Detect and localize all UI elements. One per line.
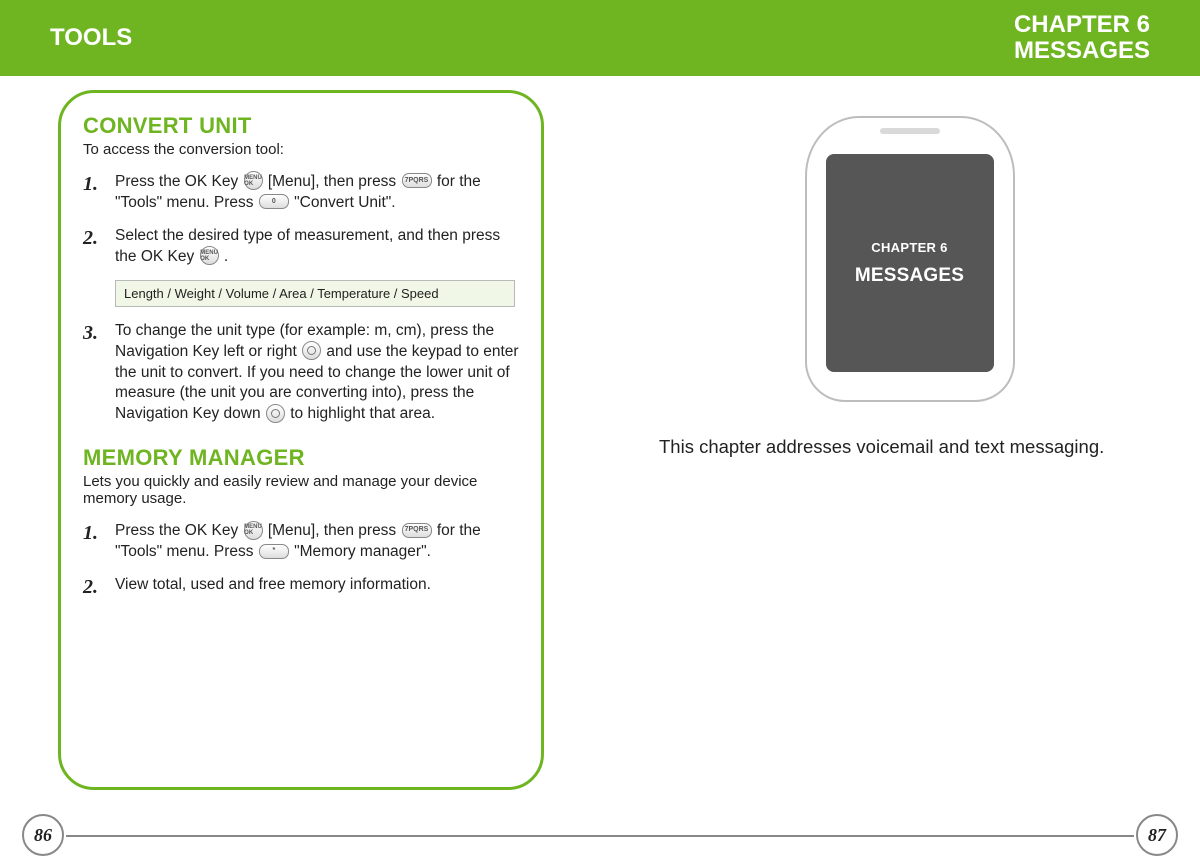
page-number-left: 86 <box>22 814 64 856</box>
text-fragment: Select the desired type of measurement, … <box>115 227 500 265</box>
ok-key-icon: MENU OK <box>244 521 263 540</box>
ok-key-icon: MENU OK <box>200 246 219 265</box>
step-text: Select the desired type of measurement, … <box>115 226 519 268</box>
screen-chapter-title: MESSAGES <box>855 265 964 287</box>
step-1: 1. Press the OK Key MENU OK [Menu], then… <box>83 521 519 563</box>
convert-unit-intro: To access the conversion tool: <box>83 141 519 158</box>
text-fragment: "Convert Unit". <box>294 194 395 211</box>
step-text: Press the OK Key MENU OK [Menu], then pr… <box>115 172 519 214</box>
step-1: 1. Press the OK Key MENU OK [Menu], then… <box>83 172 519 214</box>
convert-unit-heading: CONVERT UNIT <box>83 113 519 139</box>
memory-manager-steps: 1. Press the OK Key MENU OK [Menu], then… <box>83 521 519 598</box>
ok-key-icon: MENU OK <box>244 171 263 190</box>
phone-illustration-wrap: CHAPTER 6 MESSAGES <box>659 116 1160 402</box>
step-text: Press the OK Key MENU OK [Menu], then pr… <box>115 521 519 563</box>
text-fragment: [Menu], then press <box>268 522 401 539</box>
page-header: TOOLS CHAPTER 6 MESSAGES <box>0 0 1200 76</box>
screen-chapter-label: CHAPTER 6 <box>871 240 947 255</box>
step-2: 2. Select the desired type of measuremen… <box>83 226 519 268</box>
step-number: 1. <box>83 521 105 544</box>
memory-manager-heading: MEMORY MANAGER <box>83 445 519 471</box>
text-fragment: [Menu], then press <box>268 173 401 190</box>
phone-screen: CHAPTER 6 MESSAGES <box>826 154 994 372</box>
nav-key-icon <box>302 341 321 360</box>
memory-manager-intro: Lets you quickly and easily review and m… <box>83 473 519 507</box>
key-7-icon: 7PQRS <box>402 523 432 538</box>
step-number: 2. <box>83 575 105 598</box>
key-0-icon: 0 <box>259 194 289 209</box>
key-7-icon: 7PQRS <box>402 173 432 188</box>
header-left-title: TOOLS <box>50 25 132 51</box>
left-page: CONVERT UNIT To access the conversion to… <box>58 90 559 836</box>
convert-unit-step3: 3. To change the unit type (for example:… <box>83 321 519 426</box>
text-fragment: . <box>224 248 228 265</box>
step-2: 2. View total, used and free memory info… <box>83 575 519 598</box>
page-spread: CONVERT UNIT To access the conversion to… <box>0 76 1200 836</box>
phone-outline-icon: CHAPTER 6 MESSAGES <box>805 116 1015 402</box>
content-panel: CONVERT UNIT To access the conversion to… <box>58 90 544 790</box>
convert-unit-steps: 1. Press the OK Key MENU OK [Menu], then… <box>83 172 519 268</box>
header-right-title: CHAPTER 6 MESSAGES <box>1014 12 1150 65</box>
step-number: 2. <box>83 226 105 249</box>
header-chapter-title: MESSAGES <box>1014 38 1150 64</box>
text-fragment: Press the OK Key <box>115 522 243 539</box>
step-number: 3. <box>83 321 105 344</box>
text-fragment: Press the OK Key <box>115 173 243 190</box>
right-page: CHAPTER 6 MESSAGES This chapter addresse… <box>659 90 1160 836</box>
chapter-description: This chapter addresses voicemail and tex… <box>659 436 1160 458</box>
key-star-icon: * <box>259 544 289 559</box>
step-number: 1. <box>83 172 105 195</box>
step-text: View total, used and free memory informa… <box>115 575 519 596</box>
page-number-right: 87 <box>1136 814 1178 856</box>
footer: 86 87 <box>0 810 1200 866</box>
step-3: 3. To change the unit type (for example:… <box>83 321 519 426</box>
measurement-options-box: Length / Weight / Volume / Area / Temper… <box>115 280 515 307</box>
nav-key-down-icon <box>266 404 285 423</box>
step-text: To change the unit type (for example: m,… <box>115 321 519 426</box>
text-fragment: to highlight that area. <box>290 405 435 422</box>
text-fragment: "Memory manager". <box>294 543 431 560</box>
header-chapter-label: CHAPTER 6 <box>1014 12 1150 38</box>
